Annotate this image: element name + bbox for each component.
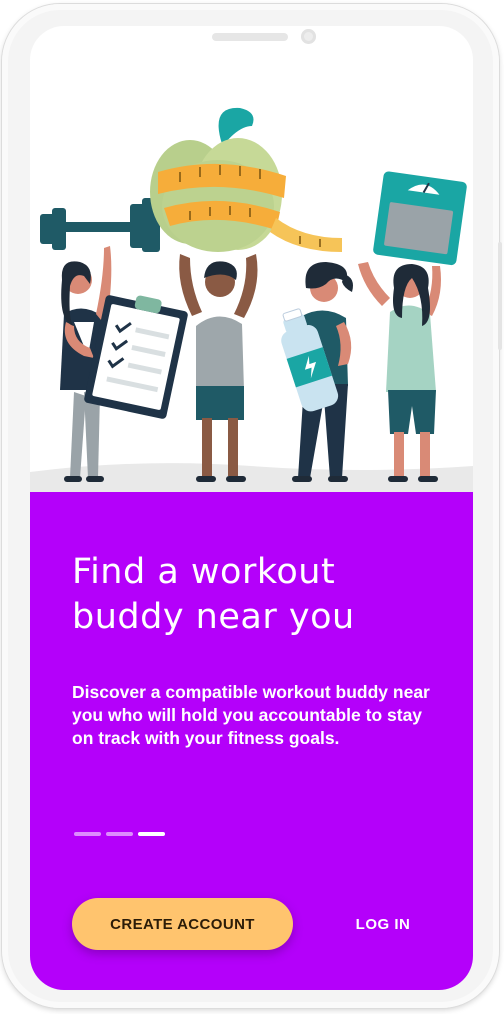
phone-camera xyxy=(301,29,316,44)
login-button[interactable]: LOG IN xyxy=(338,908,428,940)
person-2 xyxy=(179,254,258,482)
onboarding-title: Find a workout buddy near you xyxy=(72,552,355,637)
page-dot-2[interactable] xyxy=(106,832,133,836)
scale-icon xyxy=(373,171,467,266)
app-screen: Find a workout buddy near you Discover a… xyxy=(30,26,473,990)
onboarding-description: Discover a compatible workout buddy near… xyxy=(72,682,430,748)
phone-speaker xyxy=(212,33,288,41)
create-account-button[interactable]: CREATE ACCOUNT xyxy=(72,898,293,950)
fitness-people-illustration xyxy=(30,107,473,506)
page-dot-1[interactable] xyxy=(74,832,101,836)
dumbbell-icon xyxy=(40,198,160,252)
page-dot-3-active[interactable] xyxy=(138,832,165,836)
person-4 xyxy=(358,262,441,482)
phone-frame: Find a workout buddy near you Discover a… xyxy=(2,4,502,1008)
phone-side-button xyxy=(498,242,502,350)
